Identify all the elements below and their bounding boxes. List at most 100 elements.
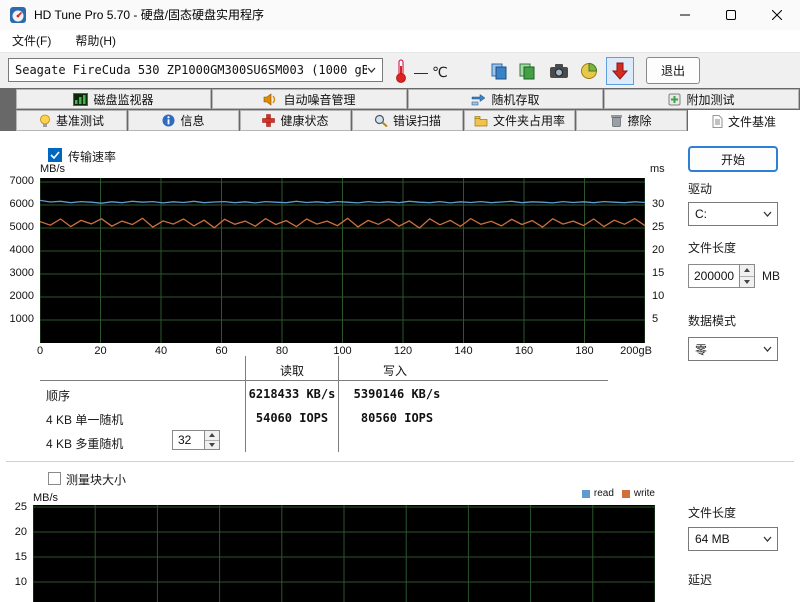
file-length-unit: MB xyxy=(762,269,780,283)
tick-label: 2000 xyxy=(9,290,34,302)
tab-random-access[interactable]: 随机存取 xyxy=(408,89,603,109)
y-right-tick-labels: 5 10 15 20 25 30 xyxy=(650,178,684,343)
bottom-file-length-value: 64 MB xyxy=(695,532,730,546)
file-length-spinner[interactable]: 200000 xyxy=(688,264,755,288)
tab-label: 附加测试 xyxy=(686,92,735,107)
file-length-spin-buttons xyxy=(740,264,755,288)
tab-label: 自动噪音管理 xyxy=(283,92,356,107)
transfer-rate-checkbox[interactable] xyxy=(48,148,62,162)
tick-label: 160 xyxy=(514,345,534,357)
spin-down-button[interactable] xyxy=(205,439,219,450)
close-button[interactable] xyxy=(754,0,800,30)
tab-erase[interactable]: 擦除 xyxy=(576,110,687,131)
file-benchmark-icon xyxy=(712,114,723,128)
info-icon xyxy=(162,114,175,127)
tab-health[interactable]: 健康状态 xyxy=(240,110,351,131)
noise-management-icon xyxy=(264,92,276,106)
hd-tune-window: HD Tune Pro 5.70 - 硬盘/固态硬盘实用程序 文件(F) 帮助(… xyxy=(0,0,800,602)
bottom-file-length-combobox[interactable]: 64 MB xyxy=(688,527,778,551)
down-arrow-icon xyxy=(209,442,215,447)
tab-label: 基准测试 xyxy=(55,114,104,128)
tab-label: 擦除 xyxy=(627,114,652,128)
legend-write-label: write xyxy=(633,488,655,499)
tab-disk-monitor[interactable]: 磁盘监视器 xyxy=(16,89,211,109)
tick-label: 4000 xyxy=(9,244,34,256)
check-icon xyxy=(50,151,60,159)
transfer-rate-plot xyxy=(40,178,645,343)
disk-monitor-icon xyxy=(73,92,89,106)
maximize-button[interactable] xyxy=(708,0,754,30)
tick-label: 25 xyxy=(652,221,665,233)
tab-label: 健康状态 xyxy=(280,114,329,128)
temperature-value: — xyxy=(414,64,428,80)
sequential-write-value: 5390146 KB/s xyxy=(353,387,441,401)
temperature-unit: ℃ xyxy=(432,64,448,80)
disk-usage-icon xyxy=(581,62,598,79)
read-color-swatch xyxy=(581,489,590,498)
x-tick-labels: 0 20 40 60 80 100 120 140 160 180 200gB xyxy=(37,345,660,359)
tab-noise-management[interactable]: 自动噪音管理 xyxy=(212,89,407,109)
spin-up-button[interactable] xyxy=(205,431,219,440)
tab-info[interactable]: 信息 xyxy=(128,110,239,131)
tab-benchmark[interactable]: 基准测试 xyxy=(16,110,127,131)
screenshot-button[interactable] xyxy=(546,58,572,84)
mini-y-axis-title: MB/s xyxy=(33,492,59,504)
start-button[interactable]: 开始 xyxy=(688,146,778,172)
red-down-arrow-icon xyxy=(611,62,629,80)
block-size-label: 测量块大小 xyxy=(66,473,127,487)
tick-label: 20 xyxy=(94,345,107,357)
up-arrow-icon xyxy=(209,433,215,438)
tick-label: 10 xyxy=(652,290,665,302)
menu-file[interactable]: 文件(F) xyxy=(0,30,63,52)
tick-label: 1000 xyxy=(9,313,34,325)
tab-error-scan[interactable]: 错误扫描 xyxy=(352,110,463,131)
data-pattern-combobox[interactable]: 零 xyxy=(688,337,778,361)
camera-icon xyxy=(550,64,568,78)
tick-label: 180 xyxy=(575,345,594,357)
tick-label: 20 xyxy=(14,526,27,538)
folder-usage-icon xyxy=(474,115,488,126)
queue-depth-value[interactable]: 32 xyxy=(172,430,205,450)
spin-down-button[interactable] xyxy=(740,275,754,288)
tab-file-benchmark[interactable]: 文件基准 xyxy=(688,110,800,132)
file-length-value[interactable]: 200000 xyxy=(688,264,740,288)
row-4k-multi-label: 4 KB 多重随机 xyxy=(46,437,124,451)
tabstrip: 磁盘监视器 自动噪音管理 随机存取 附加测试 基准测试 信息 健康状态 错误扫描… xyxy=(0,88,800,132)
app-icon xyxy=(10,7,26,23)
error-scan-icon xyxy=(374,114,388,127)
block-size-checkbox[interactable] xyxy=(48,472,61,485)
drive-selector[interactable]: Seagate FireCuda 530 ZP1000GM300SU6SM003… xyxy=(8,58,383,82)
mini-y-tick-labels: 10 15 20 25 xyxy=(0,501,29,602)
exit-button[interactable]: 退出 xyxy=(646,57,700,84)
down-arrow-icon xyxy=(744,279,750,284)
legend-read: read xyxy=(581,488,614,499)
copy-image-button[interactable] xyxy=(514,58,540,84)
queue-depth-spinner[interactable]: 32 xyxy=(172,430,220,450)
bottom-file-length-label: 文件长度 xyxy=(688,506,737,520)
4k-single-write-value: 80560 IOPS xyxy=(360,411,434,425)
sequential-read-value: 6218433 KB/s xyxy=(248,387,336,401)
tab-folder-usage[interactable]: 文件夹占用率 xyxy=(464,110,575,131)
file-length-label: 文件长度 xyxy=(688,241,737,255)
tab-label: 错误扫描 xyxy=(392,114,441,128)
disk-usage-button[interactable] xyxy=(576,58,602,84)
menu-help[interactable]: 帮助(H) xyxy=(63,30,128,52)
table-header-rule xyxy=(40,380,608,381)
data-pattern-value: 零 xyxy=(695,342,708,357)
minimize-icon xyxy=(680,14,690,16)
random-access-icon xyxy=(472,93,486,105)
start-button-label: 开始 xyxy=(720,152,745,167)
transfer-rate-label: 传输速率 xyxy=(68,150,117,164)
tick-label: 30 xyxy=(652,198,665,210)
save-results-button[interactable] xyxy=(606,57,634,85)
minimize-button[interactable] xyxy=(662,0,708,30)
toolbar: Seagate FireCuda 530 ZP1000GM300SU6SM003… xyxy=(0,52,800,88)
up-arrow-icon xyxy=(744,268,750,273)
spin-up-button[interactable] xyxy=(740,265,754,276)
tick-label: 100 xyxy=(333,345,352,357)
tab-extra-tests[interactable]: 附加测试 xyxy=(604,89,799,109)
drive-combobox[interactable]: C: xyxy=(688,202,778,226)
section-divider xyxy=(6,461,794,462)
chevron-down-icon xyxy=(763,211,772,217)
copy-text-button[interactable] xyxy=(486,58,512,84)
